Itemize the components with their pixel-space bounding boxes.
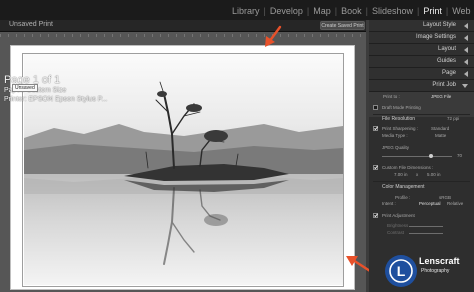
- lenscraft-logo: L Lenscraft Photography: [384, 248, 474, 292]
- media-type-label: Media Type :: [382, 133, 408, 138]
- module-bar: Library | Develop | Map | Book | Slidesh…: [0, 0, 474, 20]
- draft-mode-checkbox[interactable]: [373, 105, 378, 110]
- panel-header-page[interactable]: Page: [369, 68, 474, 80]
- panel-header-print-job[interactable]: Print Job: [369, 80, 474, 92]
- jpeg-quality-slider[interactable]: [382, 156, 452, 157]
- create-saved-print-button[interactable]: Create Saved Print: [320, 21, 365, 30]
- module-separator: |: [306, 6, 310, 16]
- draft-mode-label: Draft Mode Printing: [382, 105, 421, 110]
- media-type-select[interactable]: Matte: [435, 133, 446, 138]
- brightness-label: Brightness: [387, 223, 409, 228]
- collapse-triangle-icon: [464, 47, 468, 53]
- lenscraft-subtitle: Photography: [421, 268, 450, 274]
- panel-header-label: Print Job: [432, 82, 456, 88]
- tooltip: Unsaved: [12, 84, 38, 92]
- intent-perceptual-option[interactable]: Perceptual: [419, 201, 441, 206]
- module-library[interactable]: Library: [232, 6, 260, 16]
- divider: [373, 114, 470, 115]
- intent-relative-option[interactable]: Relative: [447, 201, 463, 206]
- module-book[interactable]: Book: [341, 6, 362, 16]
- panel-header-layout-style[interactable]: Layout Style: [369, 20, 474, 32]
- dimension-height[interactable]: 5.00 in: [427, 172, 441, 177]
- module-slideshow[interactable]: Slideshow: [372, 6, 413, 16]
- panel-header-label: Page: [441, 70, 456, 76]
- collapse-triangle-icon: [464, 59, 468, 65]
- contrast-label: Contrast: [387, 230, 405, 235]
- lenscraft-mark-icon: L: [385, 255, 417, 287]
- module-print[interactable]: Print: [423, 6, 442, 16]
- module-map[interactable]: Map: [313, 6, 331, 16]
- custom-dimensions-label: Custom File Dimensions :: [382, 165, 434, 170]
- jpeg-quality-value: 70: [457, 153, 463, 158]
- collapse-triangle-icon: [464, 71, 468, 77]
- dimension-x: x: [416, 172, 419, 177]
- profile-select[interactable]: sRGB: [439, 195, 451, 200]
- intent-label: Intent :: [382, 201, 396, 206]
- jpeg-quality-label: JPEG Quality: [382, 145, 410, 150]
- module-separator: |: [416, 6, 420, 16]
- svg-text:L: L: [397, 263, 406, 279]
- module-picker: Library | Develop | Map | Book | Slidesh…: [232, 4, 471, 18]
- module-develop[interactable]: Develop: [270, 6, 303, 16]
- file-resolution-value[interactable]: 72 ppi: [447, 116, 459, 121]
- print-toolbar: Unsaved Print Create Saved Print: [0, 20, 366, 32]
- jpeg-quality-knob[interactable]: [429, 154, 433, 158]
- print-sharpening-label: Print Sharpening :: [382, 126, 419, 131]
- annotation-arrow-top: [265, 25, 282, 47]
- unsaved-print-label: Unsaved Print: [9, 21, 53, 28]
- contrast-slider[interactable]: [409, 233, 443, 234]
- module-separator: |: [445, 6, 449, 16]
- print-canvas: Page 1 of 1 Paper: Custom Size Printer: …: [0, 32, 366, 292]
- panel-header-guides[interactable]: Guides: [369, 56, 474, 68]
- module-web[interactable]: Web: [452, 6, 470, 16]
- divider: [373, 181, 470, 182]
- print-to-label: Print to :: [383, 94, 400, 99]
- module-separator: |: [334, 6, 338, 16]
- module-separator: |: [365, 6, 368, 16]
- custom-dimensions-checkbox[interactable]: [373, 165, 378, 170]
- collapse-triangle-icon: [464, 35, 468, 41]
- print-adjustment-checkbox[interactable]: [373, 213, 378, 218]
- print-to-select[interactable]: JPEG File: [431, 94, 451, 99]
- print-sharpening-select[interactable]: Standard: [431, 126, 449, 131]
- panel-header-layout[interactable]: Layout: [369, 44, 474, 56]
- printer-name: Printer: EPSON Epson Stylus P...: [4, 96, 108, 103]
- panel-header-label: Image Settings: [415, 34, 456, 40]
- lightroom-print-module: Library | Develop | Map | Book | Slidesh…: [0, 0, 474, 292]
- dimension-width[interactable]: 7.00 in: [394, 172, 408, 177]
- panel-header-label: Guides: [436, 58, 456, 64]
- profile-label: Profile :: [395, 195, 411, 200]
- file-resolution-label: File Resolution: [382, 116, 416, 122]
- panel-header-label: Layout: [437, 46, 456, 52]
- print-sharpening-checkbox[interactable]: [373, 126, 378, 131]
- module-separator: |: [263, 6, 266, 16]
- ruler: [0, 34, 366, 37]
- print-adjustment-label: Print Adjustment: [382, 213, 415, 218]
- panel-header-image-settings[interactable]: Image Settings: [369, 32, 474, 44]
- color-management-label: Color Management: [382, 184, 425, 190]
- brightness-slider[interactable]: [409, 226, 443, 227]
- collapse-triangle-icon: [464, 23, 468, 29]
- expand-triangle-icon: [462, 84, 468, 88]
- panel-header-label: Layout Style: [422, 22, 456, 28]
- lenscraft-name: Lenscraft: [419, 256, 460, 266]
